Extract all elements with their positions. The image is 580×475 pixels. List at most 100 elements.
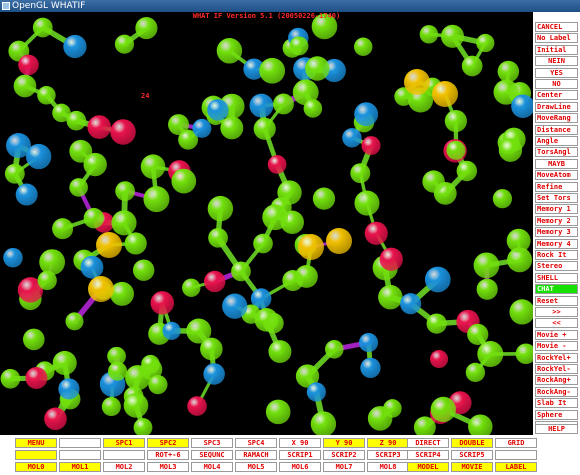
bottom-button-blank-r0c1[interactable] [59,438,101,448]
bottom-button-mol7-r2c7[interactable]: MOL7 [323,462,365,472]
carbon-atom[interactable] [37,86,56,105]
carbon-atom[interactable] [168,114,189,136]
carbon-atom[interactable] [476,33,495,53]
menu-button-rockyel-29[interactable]: RockYel+ [535,353,578,363]
nitrogen-atom[interactable] [249,93,274,118]
bottom-button-label-r2c11[interactable]: LABEL [495,462,537,472]
menu-button-memory-3-18[interactable]: Memory 3 [535,227,578,237]
bottom-button-z-90-r0c8[interactable]: Z 90 [367,438,409,448]
nitrogen-atom[interactable] [358,332,379,353]
carbon-atom[interactable] [497,60,520,83]
carbon-atom[interactable] [467,323,489,345]
carbon-atom[interactable] [52,218,74,240]
carbon-atom[interactable] [135,17,158,40]
bottom-button-mol1-r2c1[interactable]: MOL1 [59,462,101,472]
menu-button-moveatom-13[interactable]: MoveAtom [535,170,578,180]
carbon-atom[interactable] [350,163,371,184]
carbon-atom[interactable] [289,36,309,56]
carbon-atom[interactable] [200,337,223,361]
menu-button-movie-27[interactable]: Movie + [535,330,578,340]
carbon-atom[interactable] [515,343,533,365]
carbon-atom[interactable] [444,109,467,133]
menu-button-memory-2-17[interactable]: Memory 2 [535,216,578,226]
nitrogen-atom[interactable] [400,293,422,315]
menu-button-stereo-21[interactable]: Stereo [535,261,578,271]
nitrogen-atom[interactable] [192,118,212,138]
carbon-atom[interactable] [456,160,478,182]
window-titlebar[interactable]: OpenGL WHATIF [0,0,580,12]
nitrogen-atom[interactable] [3,247,23,268]
bottom-button-spc3-r0c4[interactable]: SPC3 [191,438,233,448]
menu-button-no-5[interactable]: NO [535,79,578,89]
bottom-button-mol4-r2c4[interactable]: MOL4 [191,462,233,472]
carbon-atom[interactable] [125,365,151,391]
oxygen-atom[interactable] [204,270,226,293]
bottom-button-scrip3-r1c8[interactable]: SCRIP3 [367,450,409,460]
carbon-atom[interactable] [492,189,513,209]
bottom-button-blank-r1c2[interactable] [103,450,145,460]
carbon-atom[interactable] [69,178,88,197]
nitrogen-atom[interactable] [58,378,80,400]
nitrogen-atom[interactable] [203,363,225,385]
carbon-atom[interactable] [465,362,486,383]
carbon-atom[interactable] [262,204,289,231]
bottom-button-model-r2c9[interactable]: MODEL [407,462,449,472]
carbon-atom[interactable] [124,232,147,255]
carbon-atom[interactable] [22,328,45,351]
oxygen-atom[interactable] [110,119,136,145]
bottom-button-blank-r1c11[interactable] [495,450,537,460]
carbon-atom[interactable] [378,284,403,310]
nitrogen-atom[interactable] [63,34,87,59]
carbon-atom[interactable] [259,57,286,84]
menu-button-angle-10[interactable]: Angle [535,136,578,146]
sulfur-atom[interactable] [432,81,458,107]
carbon-atom[interactable] [65,312,84,331]
menu-button-nein-3[interactable]: NEIN [535,56,578,66]
carbon-atom[interactable] [506,228,531,253]
bottom-button-mol8-r2c8[interactable]: MOL8 [367,462,409,472]
carbon-atom[interactable] [419,25,439,44]
carbon-atom[interactable] [477,341,504,367]
oxygen-atom[interactable] [187,396,207,416]
oxygen-atom[interactable] [87,115,112,139]
bottom-button-menu-r0c0[interactable]: MENU [15,438,57,448]
carbon-atom[interactable] [253,117,276,140]
menu-button-memory-1-16[interactable]: Memory 1 [535,204,578,214]
menu-button-blank-26[interactable]: << [535,318,578,328]
carbon-atom[interactable] [305,56,330,81]
menu-button-chat-23[interactable]: CHAT [535,284,578,294]
carbon-atom[interactable] [123,393,149,418]
nitrogen-atom[interactable] [342,128,362,148]
carbon-atom[interactable] [273,93,294,115]
sulfur-atom[interactable] [96,232,122,258]
molecule-viewport[interactable]: WHAT IF Version 5.1 (20050226-1740) 24 [0,12,533,435]
carbon-atom[interactable] [268,340,292,364]
bottom-button-direct-r0c9[interactable]: DIRECT [407,438,449,448]
carbon-atom[interactable] [207,195,234,222]
carbon-atom[interactable] [83,207,105,229]
carbon-atom[interactable] [4,163,25,184]
oxygen-atom[interactable] [364,221,388,245]
carbon-atom[interactable] [107,346,126,366]
bottom-button-scrip5-r1c10[interactable]: SCRIP5 [451,450,493,460]
sulfur-atom[interactable] [88,276,114,302]
carbon-atom[interactable] [182,278,201,297]
carbon-atom[interactable] [265,399,291,425]
bottom-button-y-90-r0c7[interactable]: Y 90 [323,438,365,448]
sulfur-atom[interactable] [404,69,430,95]
carbon-atom[interactable] [468,414,493,435]
nitrogen-atom[interactable] [6,133,31,158]
menu-button-rockang-31[interactable]: RockAng+ [535,375,578,385]
menu-button-initial-2[interactable]: Initial [535,45,578,55]
bottom-button-mol0-r2c0[interactable]: MOL0 [15,462,57,472]
carbon-atom[interactable] [312,187,336,210]
carbon-atom[interactable] [461,55,483,77]
carbon-atom[interactable] [132,259,155,281]
carbon-atom[interactable] [69,139,93,163]
carbon-atom[interactable] [282,270,304,292]
carbon-atom[interactable] [476,278,498,300]
molecule-graphic[interactable] [0,12,533,435]
carbon-atom[interactable] [140,154,166,179]
oxygen-atom[interactable] [267,155,287,174]
carbon-atom[interactable] [303,99,323,118]
